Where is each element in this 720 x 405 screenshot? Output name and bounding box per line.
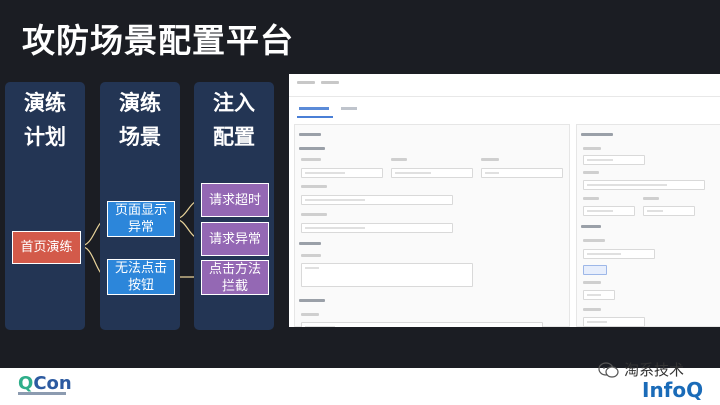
select-field[interactable]: [583, 206, 635, 216]
node-cannot-click[interactable]: 无法点击 按钮: [107, 259, 175, 295]
right-form-panel: [576, 124, 720, 327]
text-field[interactable]: [301, 195, 453, 205]
breadcrumb-item: [297, 81, 315, 84]
text-field[interactable]: [301, 223, 453, 233]
column-scene-title: 演练 场景: [119, 91, 161, 149]
section-heading: [299, 299, 325, 302]
section-heading: [299, 133, 321, 136]
node-intercept[interactable]: 点击方法 拦截: [201, 260, 269, 295]
text-field[interactable]: [583, 249, 655, 259]
section-heading: [299, 242, 321, 245]
field-label: [583, 147, 601, 150]
column-plan: 演练 计划: [5, 82, 85, 330]
add-button[interactable]: [583, 265, 607, 275]
section-heading: [581, 225, 601, 228]
field-label: [583, 197, 599, 200]
field-label: [583, 239, 605, 242]
text-field[interactable]: [301, 168, 383, 178]
field-label: [301, 158, 321, 161]
field-label: [301, 313, 319, 316]
platform-screenshot: [289, 74, 720, 327]
node-display-error[interactable]: 页面显示 异常: [107, 201, 175, 237]
left-form-panel: [294, 124, 570, 327]
text-field[interactable]: [583, 317, 645, 327]
text-field[interactable]: [583, 180, 705, 190]
field-label: [301, 185, 327, 188]
column-plan-title: 演练 计划: [24, 91, 66, 149]
select-field[interactable]: [643, 206, 695, 216]
field-label: [583, 281, 601, 284]
node-timeout[interactable]: 请求超时: [201, 183, 269, 217]
section-heading: [299, 147, 325, 150]
column-inject-title: 注入 配置: [213, 91, 255, 149]
tab-inactive[interactable]: [341, 107, 357, 110]
breadcrumb-item: [321, 81, 339, 84]
tab-underline: [297, 116, 333, 118]
screenshot-header: [289, 74, 720, 97]
qcon-logo: QCon: [18, 373, 72, 394]
wechat-icon: [598, 361, 619, 378]
field-label: [481, 158, 499, 161]
select-field[interactable]: [481, 168, 563, 178]
text-field[interactable]: [583, 155, 645, 165]
field-label: [583, 171, 599, 174]
tab-active[interactable]: [299, 107, 329, 110]
page-title: 攻防场景配置平台: [22, 21, 294, 60]
field-label: [301, 254, 321, 257]
textarea-field[interactable]: [301, 263, 473, 287]
wechat-account-name: 淘系技术: [624, 361, 685, 379]
field-label: [391, 158, 407, 161]
node-homepage[interactable]: 首页演练: [12, 231, 81, 264]
text-field[interactable]: [391, 168, 473, 178]
wechat-account-label: 淘系技术: [598, 359, 684, 380]
qcon-logo-subtitle: [18, 392, 66, 395]
field-label: [301, 213, 327, 216]
node-request-error[interactable]: 请求异常: [201, 222, 269, 256]
text-field[interactable]: [301, 322, 543, 327]
select-field[interactable]: [583, 290, 615, 300]
infoq-logo: InfoQ: [642, 378, 704, 402]
field-label: [643, 197, 659, 200]
field-label: [583, 308, 601, 311]
section-heading: [581, 133, 613, 136]
